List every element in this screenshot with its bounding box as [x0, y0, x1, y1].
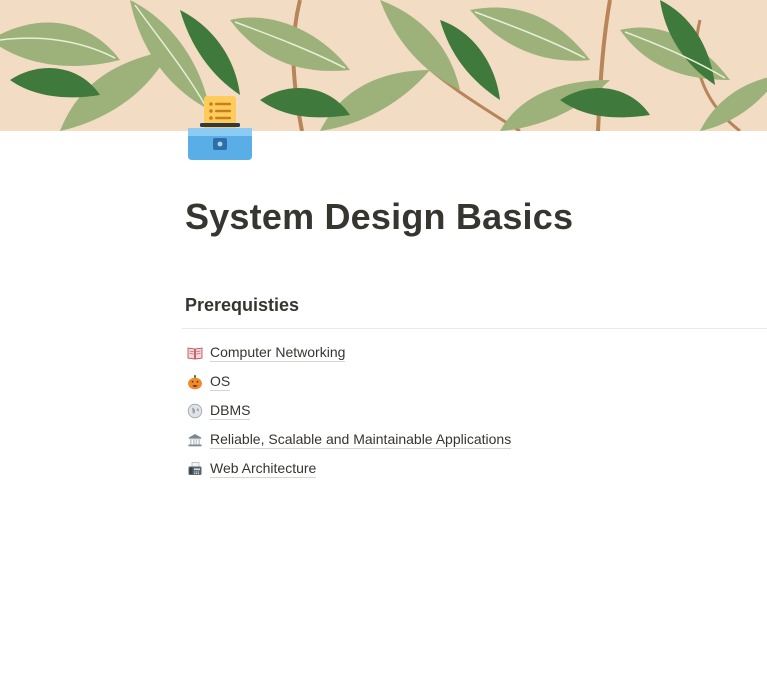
page-link-label: Web Architecture — [210, 460, 317, 478]
page-link-label: Reliable, Scalable and Maintainable Appl… — [210, 431, 512, 449]
prerequisites-heading[interactable]: Prerequisties — [185, 295, 299, 316]
page-link-web-architecture[interactable]: Web Architecture — [186, 454, 511, 483]
cover-image[interactable] — [0, 0, 767, 131]
page-link-os[interactable]: OS — [186, 367, 511, 396]
card-file-box-icon[interactable] — [186, 94, 254, 162]
page-link-dbms[interactable]: DBMS — [186, 396, 511, 425]
bank-icon — [186, 431, 203, 448]
page-link-label: Computer Networking — [210, 344, 346, 362]
section-divider — [182, 328, 767, 329]
open-book-icon — [186, 344, 203, 361]
prerequisites-list: Computer Networking OS DBMS Reliable, Sc… — [186, 338, 512, 483]
page-title[interactable]: System Design Basics — [185, 196, 573, 238]
globe-icon — [186, 402, 203, 419]
page-link-label: DBMS — [210, 402, 251, 420]
willow-pattern — [0, 0, 767, 131]
page-link-reliable-scalable-maintainable[interactable]: Reliable, Scalable and Maintainable Appl… — [186, 425, 512, 454]
fax-machine-icon — [186, 460, 203, 477]
notion-page: System Design Basics Prerequisties Compu… — [0, 0, 767, 693]
page-link-label: OS — [210, 373, 231, 391]
jack-o-lantern-icon — [186, 373, 203, 390]
page-link-computer-networking[interactable]: Computer Networking — [186, 338, 511, 367]
